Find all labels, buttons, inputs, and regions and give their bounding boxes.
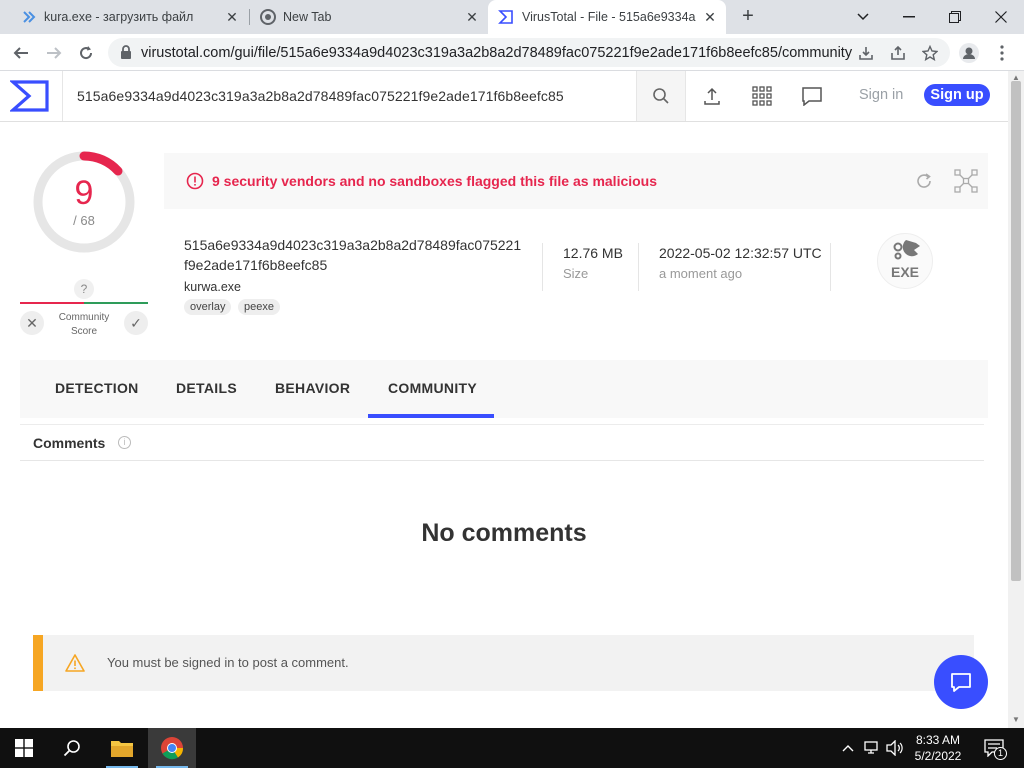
tab-title: New Tab [283, 10, 332, 24]
alert-text: 9 security vendors and no sandboxes flag… [212, 173, 658, 189]
chrome-taskbar-icon[interactable] [148, 728, 196, 768]
sign-in-link[interactable]: Sign in [859, 87, 903, 103]
report-tabs: DETECTION DETAILS BEHAVIOR COMMUNITY [20, 360, 988, 418]
chevron-double-right-icon [23, 11, 36, 23]
no-comments-message: No comments [421, 519, 587, 547]
new-tab-button[interactable]: + [737, 6, 759, 28]
close-icon[interactable]: ✕ [464, 9, 480, 25]
tab-search-chevron-icon[interactable] [840, 0, 886, 34]
browser-tab-virustotal[interactable]: VirusTotal - File - 515a6e9334a9c ✕ [488, 0, 726, 34]
graph-view-icon[interactable] [954, 169, 978, 193]
tab-title: VirusTotal - File - 515a6e9334a9c [522, 10, 696, 24]
sign-in-warning: You must be signed in to post a comment. [33, 635, 974, 691]
close-icon[interactable]: ✕ [224, 9, 240, 25]
tab-title: kura.exe - загрузить файл [44, 10, 194, 24]
detection-alert: 9 security vendors and no sandboxes flag… [164, 153, 988, 209]
virustotal-logo-icon[interactable] [8, 79, 50, 118]
apps-grid-icon[interactable] [750, 84, 774, 108]
community-score-bar [20, 302, 148, 304]
upload-icon[interactable] [700, 84, 724, 108]
chat-support-button[interactable] [934, 655, 988, 709]
search-input[interactable]: 515a6e9334a9d4023c319a3a2b8a2d78489fac07… [62, 71, 636, 121]
sign-up-button[interactable]: Sign up [924, 84, 990, 106]
restore-icon[interactable] [932, 0, 978, 34]
alert-circle-icon [186, 172, 204, 190]
divider [638, 243, 639, 291]
exe-file-type-icon [877, 233, 933, 289]
share-icon[interactable] [884, 39, 912, 67]
chrome-icon [260, 9, 276, 25]
vote-harmful-close-icon[interactable]: ✕ [20, 311, 44, 335]
close-icon[interactable]: ✕ [702, 9, 718, 25]
warning-triangle-icon [65, 654, 85, 672]
search-button[interactable] [636, 71, 686, 121]
analysis-date-relative: a moment ago [659, 266, 743, 281]
tab-behavior[interactable]: BEHAVIOR [275, 380, 350, 396]
kebab-menu-icon[interactable] [988, 39, 1016, 67]
divider [830, 243, 831, 291]
community-score-question-icon: ? [74, 279, 94, 299]
info-icon[interactable]: i [118, 436, 131, 449]
reload-icon[interactable] [72, 39, 100, 67]
comments-title: Comments [33, 435, 106, 451]
chat-icon [951, 673, 971, 692]
chat-bubble-icon[interactable] [800, 84, 824, 108]
browser-toolbar: virustotal.com/gui/file/515a6e9334a9d402… [0, 34, 1024, 71]
virustotal-favicon-icon [498, 10, 513, 24]
network-icon[interactable] [862, 738, 882, 758]
minimize-icon[interactable] [886, 0, 932, 34]
file-explorer-icon[interactable] [98, 728, 146, 768]
analysis-date: 2022-05-02 12:32:57 UTC [659, 245, 822, 261]
notifications-icon[interactable]: 1 [983, 738, 1007, 760]
tab-community[interactable]: COMMUNITY [388, 380, 477, 396]
clock-time: 8:33 AM [915, 733, 961, 747]
file-size-label: Size [563, 266, 589, 281]
tag-overlay[interactable]: overlay [184, 299, 232, 315]
detection-total: / 68 [73, 213, 95, 228]
file-hash: 515a6e9334a9d4023c319a3a2b8a2d78489fac07… [184, 237, 522, 273]
tag-peexe[interactable]: peexe [238, 299, 280, 315]
windows-start-icon[interactable] [0, 728, 48, 768]
lock-icon [121, 45, 131, 59]
system-clock[interactable]: 8:33 AM 5/2/2022 [900, 732, 976, 764]
profile-avatar-icon[interactable] [955, 39, 983, 67]
scrollbar-thumb[interactable] [1011, 81, 1021, 581]
search-icon[interactable] [48, 728, 96, 768]
page-scrollbar[interactable]: ▲ ▼ [1008, 71, 1024, 728]
address-bar[interactable]: virustotal.com/gui/file/515a6e9334a9d402… [108, 38, 950, 67]
active-tab-indicator [368, 414, 494, 418]
reanalyze-icon[interactable] [914, 171, 934, 191]
browser-tab-strip: kura.exe - загрузить файл ✕ New Tab ✕ Vi… [0, 0, 1024, 34]
windows-taskbar: 8:33 AM 5/2/2022 1 [0, 728, 1024, 768]
back-arrow-icon[interactable] [7, 39, 35, 67]
browser-tab-kura[interactable]: kura.exe - загрузить файл ✕ [8, 0, 248, 34]
search-icon [653, 88, 669, 104]
community-score-label: Community Score [58, 312, 110, 337]
browser-tab-newtab[interactable]: New Tab ✕ [250, 0, 488, 34]
notification-count: 1 [994, 747, 1007, 760]
forward-arrow-icon[interactable] [40, 39, 68, 67]
install-app-icon[interactable] [852, 39, 880, 67]
file-size: 12.76 MB [563, 245, 623, 261]
tray-chevron-up-icon[interactable] [838, 738, 858, 758]
tab-details[interactable]: DETAILS [176, 380, 237, 396]
url-text: virustotal.com/gui/file/515a6e9334a9d402… [141, 45, 853, 61]
window-close-icon[interactable] [978, 0, 1024, 34]
tab-detection[interactable]: DETECTION [55, 380, 139, 396]
comments-header: Comments i [20, 424, 984, 461]
vt-header: 515a6e9334a9d4023c319a3a2b8a2d78489fac07… [0, 71, 1008, 122]
search-value: 515a6e9334a9d4023c319a3a2b8a2d78489fac07… [77, 88, 564, 104]
exe-file-type-label: EXE [890, 264, 919, 280]
divider [542, 243, 543, 291]
bookmark-star-icon[interactable] [916, 39, 944, 67]
vote-harmless-check-icon[interactable]: ✓ [124, 311, 148, 335]
file-name: kurwa.exe [184, 280, 241, 294]
scroll-down-icon[interactable]: ▼ [1012, 715, 1020, 724]
detection-count: 9 [74, 174, 94, 212]
warning-text: You must be signed in to post a comment. [107, 655, 349, 670]
clock-date: 5/2/2022 [914, 749, 962, 763]
warning-accent-bar [33, 635, 43, 691]
